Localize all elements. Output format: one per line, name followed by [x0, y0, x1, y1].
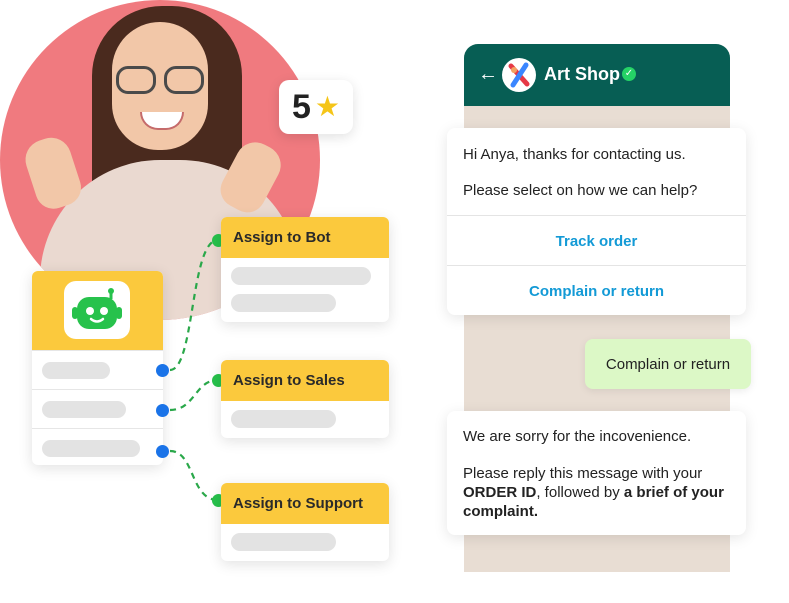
assign-card-title: Assign to Sales [221, 360, 389, 401]
back-arrow-icon[interactable]: ← [478, 64, 498, 84]
assign-card-title: Assign to Bot [221, 217, 389, 258]
connector-dot[interactable] [156, 445, 169, 458]
message-text: Please reply this message with your [463, 465, 703, 482]
order-id-text: ORDER ID [463, 484, 537, 501]
connector-support [169, 449, 219, 502]
art-shop-avatar [502, 58, 536, 92]
assign-to-bot-card[interactable]: Assign to Bot [221, 217, 389, 322]
bot-routing-card [32, 271, 163, 465]
chat-title: Art Shop [544, 64, 620, 84]
message-text: complaint. [463, 502, 735, 521]
assign-to-support-card[interactable]: Assign to Support [221, 483, 389, 561]
complaint-text: complaint. [463, 503, 539, 520]
message-text: Please select on how we can help? [463, 182, 698, 199]
robot-icon [64, 281, 130, 339]
connector-bot [169, 238, 219, 372]
chat-header: ← Art Shop ✓ [464, 44, 730, 106]
message-text: , followed by [536, 484, 624, 501]
connector-dot[interactable] [156, 404, 169, 417]
bot-option-row[interactable] [32, 428, 163, 465]
incoming-message: Hi Anya, thanks for contacting us. Pleas… [447, 128, 746, 315]
message-text: We are sorry for the incovenience. [463, 428, 692, 445]
option-complain-return[interactable]: Complain or return [447, 265, 746, 316]
message-text: ORDER ID, followed by a brief of your [463, 483, 735, 502]
connector-sales [169, 378, 219, 412]
bot-option-row[interactable] [32, 350, 163, 389]
option-track-order[interactable]: Track order [447, 215, 746, 266]
connector-dot[interactable] [156, 364, 169, 377]
bot-card-header [32, 271, 163, 350]
outgoing-message: Complain or return [585, 339, 751, 389]
incoming-message: We are sorry for the incovenience. Pleas… [447, 411, 746, 535]
bot-option-row[interactable] [32, 389, 163, 428]
brief-text: a brief of your [623, 484, 724, 501]
assign-to-sales-card[interactable]: Assign to Sales [221, 360, 389, 438]
assign-card-title: Assign to Support [221, 483, 389, 524]
verified-badge-icon: ✓ [622, 67, 636, 81]
message-text: Hi Anya, thanks for contacting us. [463, 146, 686, 163]
